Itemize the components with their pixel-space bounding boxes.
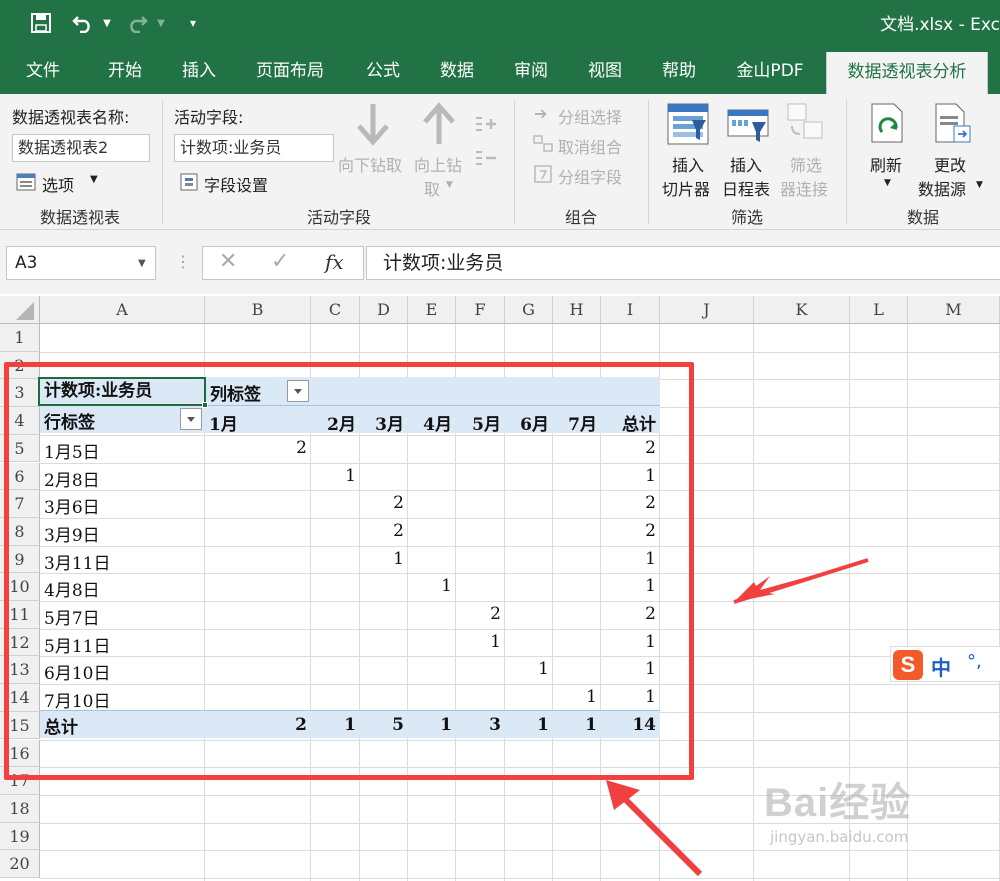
formula-bar: A3 ▼ ⋮ ✕ ✓ fx 计数项:业务员	[0, 230, 1000, 294]
enter-icon[interactable]: ✓	[271, 249, 289, 274]
timeline-icon	[726, 102, 770, 150]
change-data-source-icon	[930, 102, 974, 150]
name-box-dropdown-icon[interactable]: ▼	[138, 258, 146, 269]
redo-icon[interactable]	[124, 8, 150, 38]
tab-insert[interactable]: 插入	[166, 56, 232, 94]
undo-dropdown-icon[interactable]: ▼	[100, 8, 114, 38]
customize-toolbar-icon[interactable]: ▾	[184, 8, 202, 38]
slicer-icon	[666, 102, 710, 150]
active-field-label: 活动字段:	[174, 108, 244, 127]
tab-file[interactable]: 文件	[10, 56, 76, 94]
annotation-arrows	[606, 558, 869, 877]
ungroup-icon	[532, 134, 554, 158]
insert-timeline-button[interactable]: 插入	[730, 152, 762, 176]
tab-review[interactable]: 审阅	[498, 56, 564, 94]
group-separator	[648, 100, 649, 224]
name-box[interactable]: A3	[6, 246, 156, 280]
formula-controls: ✕ ✓ fx	[202, 246, 364, 280]
refresh-button[interactable]: 刷新	[870, 152, 902, 176]
tab-formulas[interactable]: 公式	[350, 56, 416, 94]
insert-slicer-label-line2: 切片器	[662, 180, 711, 199]
pivot-name-input[interactable]: 数据透视表2	[12, 134, 150, 162]
group-field-button[interactable]: 分组字段	[558, 164, 622, 188]
redo-dropdown-icon[interactable]: ▼	[154, 8, 168, 38]
options-icon	[16, 172, 36, 196]
tab-help[interactable]: 帮助	[646, 56, 712, 94]
refresh-dropdown-icon[interactable]: ▼	[884, 178, 891, 188]
expand-field-icon[interactable]	[474, 114, 498, 140]
group-separator	[162, 100, 163, 224]
change-data-source-button[interactable]: 更改	[934, 152, 966, 176]
group-separator	[846, 100, 847, 224]
group-field-icon	[534, 164, 552, 188]
group-label-pivottable: 数据透视表	[39, 208, 120, 227]
group-separator	[514, 100, 515, 224]
drill-down-icon	[356, 102, 390, 150]
group-label-filter: 筛选	[730, 208, 763, 227]
filter-connections-button[interactable]: 筛选	[790, 152, 822, 176]
tab-home[interactable]: 开始	[92, 56, 158, 94]
formula-bar-grip-icon: ⋮	[175, 252, 191, 271]
group-label-group: 组合	[564, 208, 597, 227]
tab-pivot-analyze[interactable]: 数据透视表分析	[826, 52, 988, 94]
active-field-input[interactable]: 计数项:业务员	[174, 134, 334, 162]
group-selection-button[interactable]: 分组选择	[558, 104, 622, 128]
drill-up-button-line2: 取	[424, 180, 441, 199]
insert-function-icon[interactable]: fx	[325, 250, 344, 274]
ribbon: 数据透视表名称: 数据透视表2 选项 ▼ 数据透视表 活动字段: 计数项:业务员…	[0, 94, 1000, 230]
title-bar: ▼ ▼ ▾ 文档.xlsx - Exc	[0, 0, 1000, 46]
drill-down-button[interactable]: 向下钻取	[338, 152, 402, 176]
drill-up-icon	[422, 102, 456, 150]
field-settings-icon	[180, 172, 198, 196]
options-button[interactable]: 选项	[42, 172, 74, 196]
drill-up-dropdown-icon[interactable]: ▼	[446, 180, 453, 190]
tab-kingsoft-pdf[interactable]: 金山PDF	[722, 56, 818, 94]
drill-up-button[interactable]: 向上钻	[414, 152, 462, 176]
undo-icon[interactable]	[70, 8, 96, 38]
filter-connections-label-line2: 器连接	[780, 180, 829, 199]
refresh-icon	[866, 102, 910, 150]
pivot-name-label: 数据透视表名称:	[12, 108, 130, 127]
change-data-source-label-line2: 数据源	[918, 180, 967, 199]
group-label-active-field: 活动字段	[306, 208, 371, 227]
insert-timeline-label-line2: 日程表	[722, 180, 771, 199]
group-label-data: 数据	[906, 208, 939, 227]
ungroup-button[interactable]: 取消组合	[558, 134, 622, 158]
options-dropdown-icon[interactable]: ▼	[90, 174, 98, 185]
document-title: 文档.xlsx - Exc	[880, 15, 1000, 35]
worksheet-grid[interactable]: ABCDEFGHIJKLM 1 2 3 4 5 6 7 8 9 10 11 12 13 14 15 16 17 1…	[0, 294, 1000, 881]
ribbon-tab-bar: 文件 开始 插入 页面布局 公式 数据 审阅 视图 帮助 金山PDF 数据透视表…	[0, 46, 1000, 94]
tab-page-layout[interactable]: 页面布局	[244, 56, 336, 94]
formula-input[interactable]: 计数项:业务员	[366, 246, 1000, 280]
change-data-source-dropdown-icon[interactable]: ▼	[976, 180, 983, 190]
tab-data[interactable]: 数据	[424, 56, 490, 94]
filter-connections-icon	[786, 102, 826, 150]
group-selection-arrow-icon: ➔	[534, 104, 548, 123]
save-icon[interactable]	[28, 8, 54, 38]
insert-slicer-button[interactable]: 插入	[672, 152, 704, 176]
field-settings-button[interactable]: 字段设置	[204, 172, 268, 196]
cancel-icon[interactable]: ✕	[219, 249, 237, 274]
collapse-field-icon[interactable]	[474, 148, 498, 174]
tab-view[interactable]: 视图	[572, 56, 638, 94]
